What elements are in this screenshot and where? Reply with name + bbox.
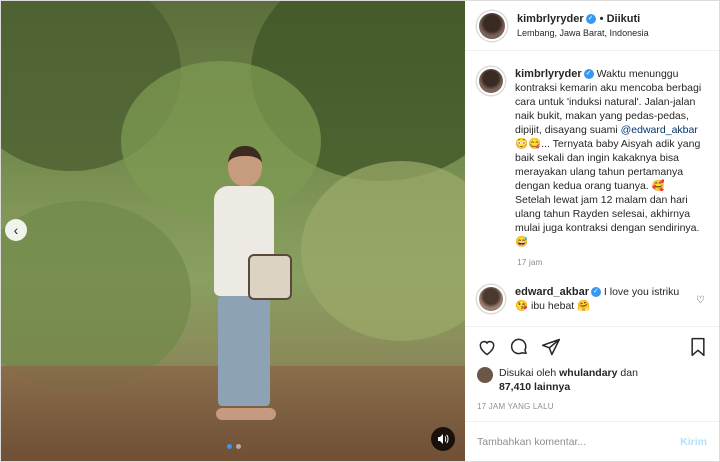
heart-icon[interactable] xyxy=(477,337,497,357)
verified-badge-icon: ✓ xyxy=(585,14,596,25)
caption-username[interactable]: kimbrlyryder xyxy=(515,68,582,80)
carousel-dot xyxy=(236,444,241,449)
caption-time: 17 jam xyxy=(517,257,543,267)
bookmark-icon[interactable] xyxy=(689,337,707,357)
post-date: 17 JAM YANG LALU xyxy=(477,402,554,411)
comment-form: Kirim xyxy=(465,421,719,461)
comment-input[interactable] xyxy=(477,435,681,448)
post-sidebar: kimbrlyryder ✓ • Diikuti Lembang, Jawa Bar… xyxy=(465,1,719,461)
likes-user-link[interactable]: whulandary xyxy=(559,367,617,379)
mention-link[interactable]: @edward_akbar xyxy=(621,124,698,136)
verified-badge-icon: ✓ xyxy=(590,287,601,298)
likes-prefix: Disukai oleh xyxy=(499,367,560,379)
comment-username[interactable]: edward_akbar xyxy=(515,286,589,298)
comments-area: kimbrlyryder ✓ Waktu menunggu kontraksi k… xyxy=(465,51,719,326)
chevron-left-icon[interactable]: ‹ xyxy=(5,219,27,241)
likes-and: dan xyxy=(617,367,638,379)
heart-icon[interactable]: ♡ xyxy=(696,295,705,306)
speaker-icon[interactable] xyxy=(431,427,455,451)
woman-figure xyxy=(206,146,296,436)
post-header: kimbrlyryder ✓ • Diikuti Lembang, Jawa Bar… xyxy=(465,1,719,51)
carousel-dots xyxy=(227,444,241,449)
post-video[interactable]: ‹ xyxy=(1,1,465,461)
avatar[interactable] xyxy=(477,67,505,95)
likes-count-link[interactable]: 87,410 lainnya xyxy=(499,381,570,393)
avatar[interactable] xyxy=(477,367,493,383)
carousel-dot xyxy=(227,444,232,449)
avatar[interactable] xyxy=(477,10,507,41)
action-bar xyxy=(465,326,719,366)
share-icon[interactable] xyxy=(541,337,561,357)
comment: edward_akbar ✓ I love you istriku 😘 ibu h… xyxy=(477,285,707,313)
caption-text: 😳😋... Ternyata baby Aisyah adik yang bai… xyxy=(515,138,701,248)
location-link[interactable]: Lembang, Jawa Barat, Indonesia xyxy=(517,28,649,38)
avatar[interactable] xyxy=(477,285,505,313)
post-comment-button[interactable]: Kirim xyxy=(680,436,707,448)
foliage xyxy=(1,201,191,391)
caption: kimbrlyryder ✓ Waktu menunggu kontraksi k… xyxy=(477,67,707,249)
foliage xyxy=(301,161,465,341)
comment-icon[interactable] xyxy=(509,337,529,357)
verified-badge-icon: ✓ xyxy=(583,69,594,80)
follow-status[interactable]: • Diikuti xyxy=(600,13,641,25)
instagram-post-window: ‹ kimbrlyryder ✓ • Diikuti Lembang, Jawa B… xyxy=(0,0,720,462)
author-username[interactable]: kimbrlyryder xyxy=(517,13,584,25)
likes-summary: Disukai oleh whulandary dan 87,410 lainny… xyxy=(465,366,719,394)
